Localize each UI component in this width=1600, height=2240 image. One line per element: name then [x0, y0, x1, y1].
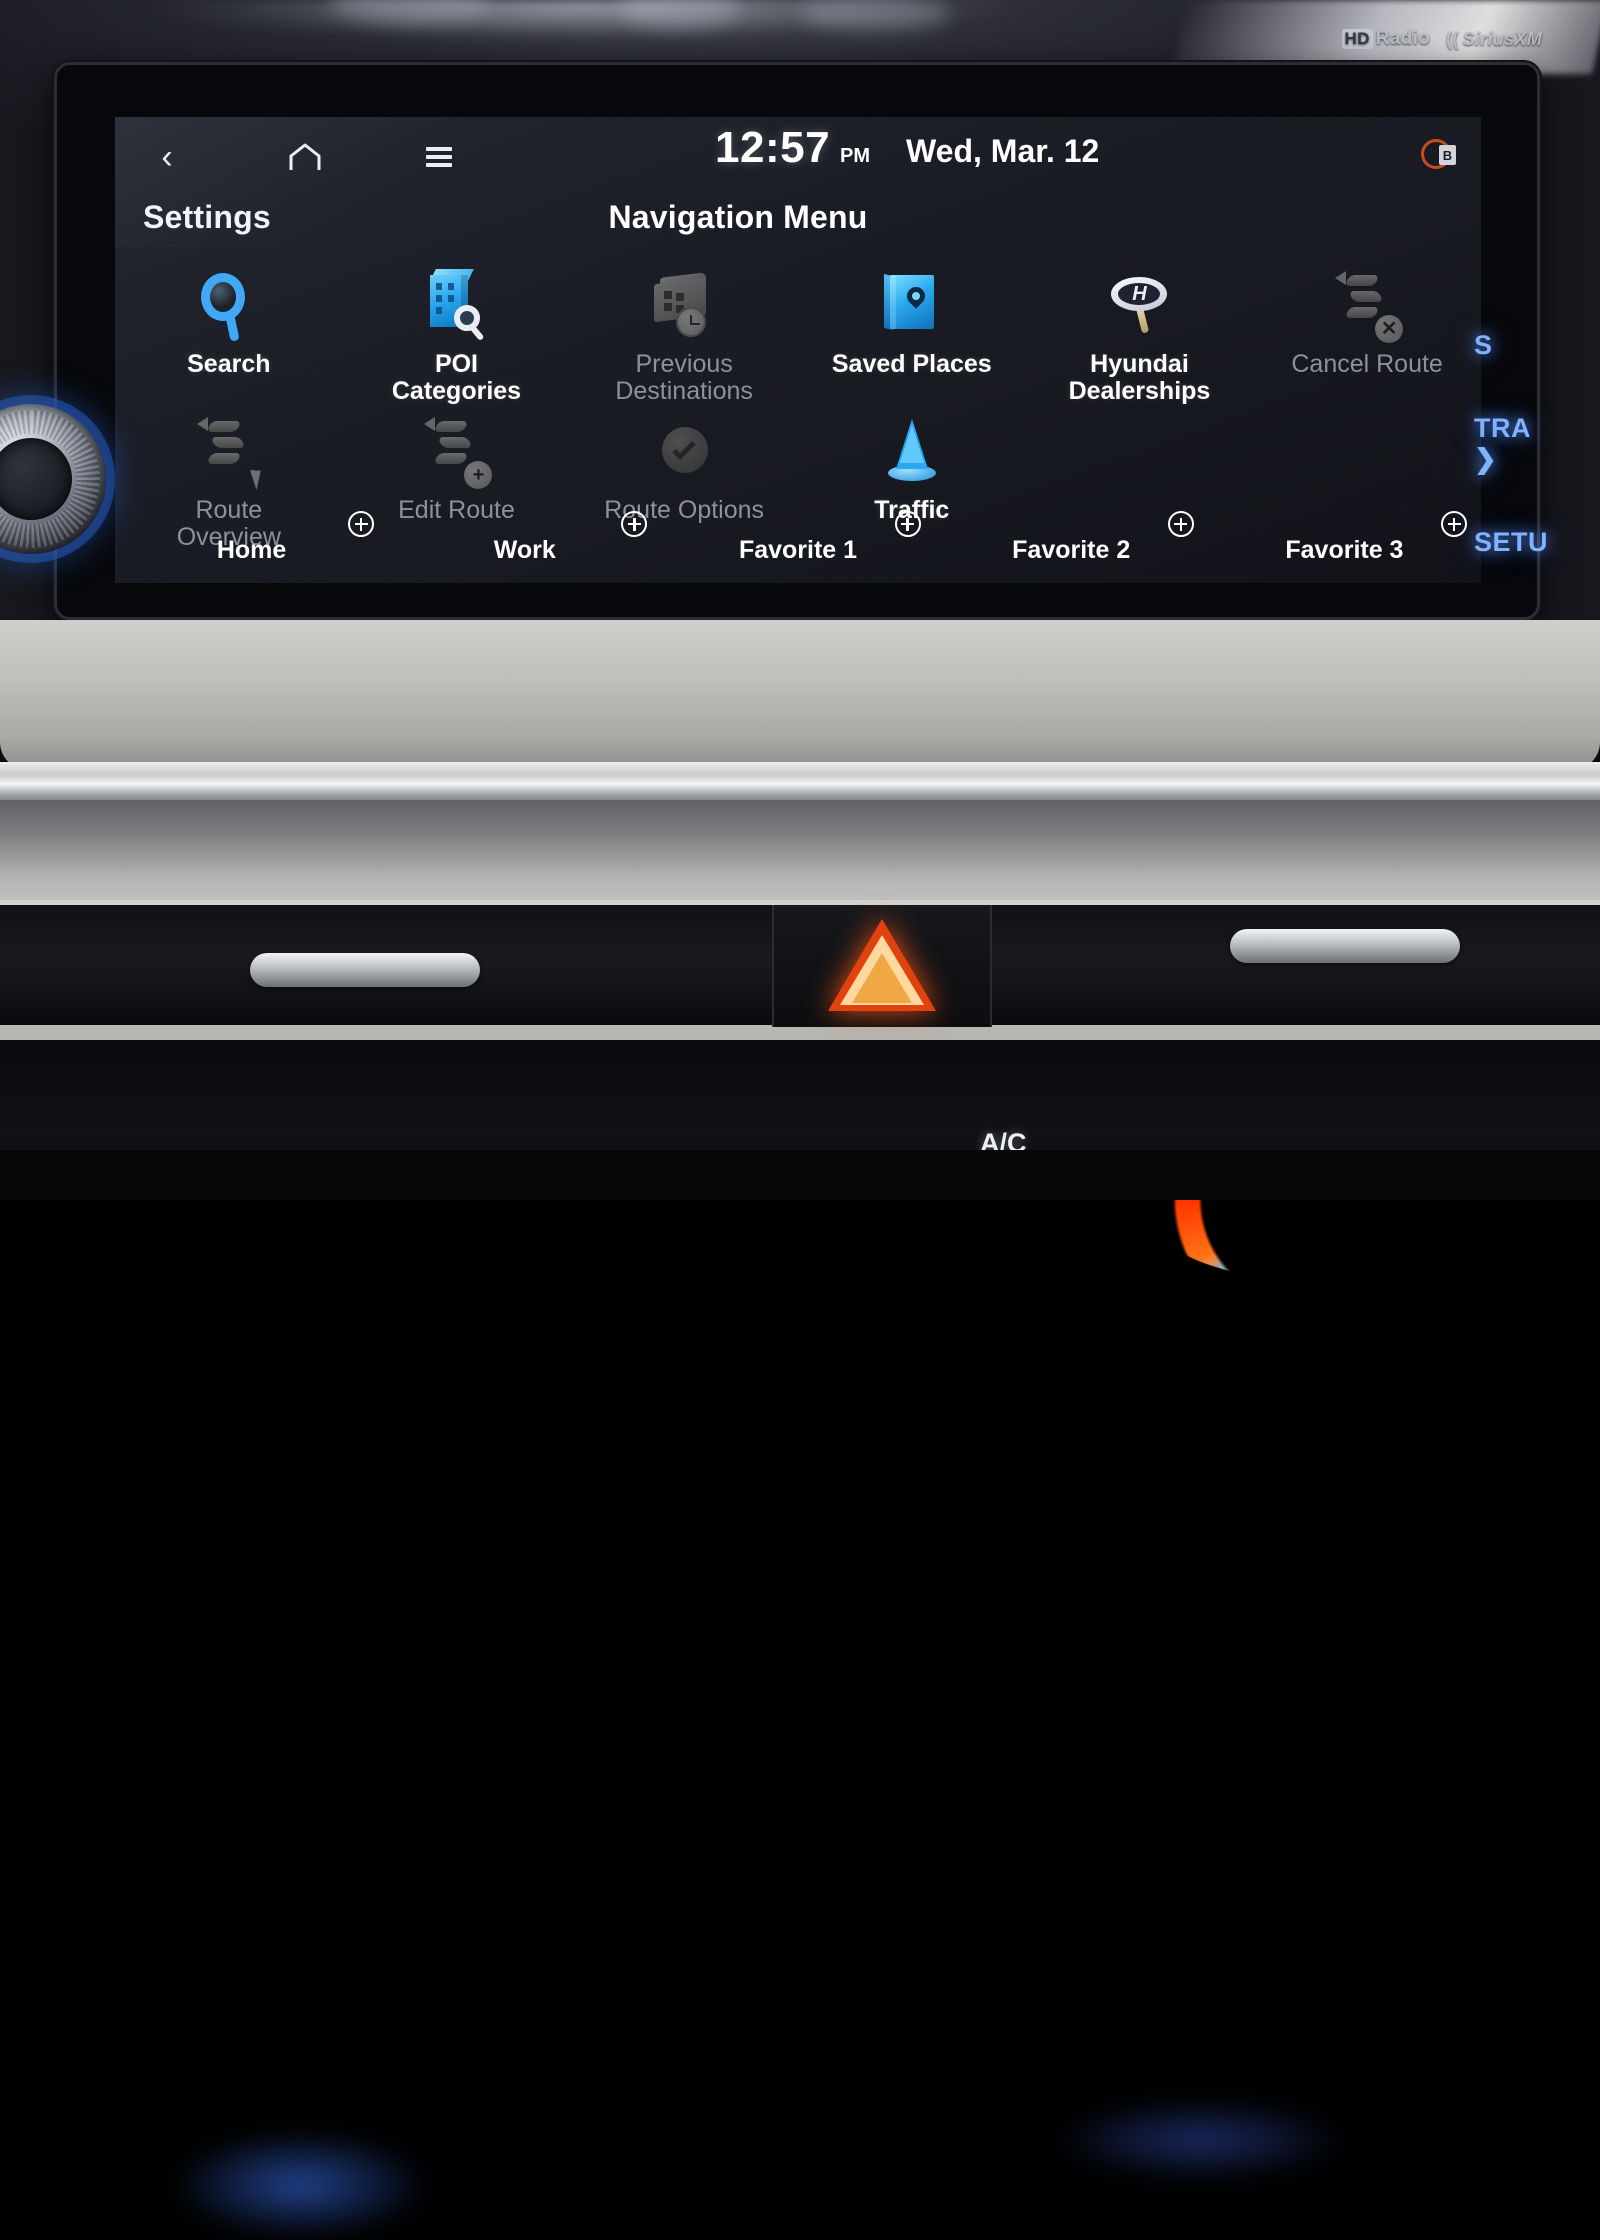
saved-places-icon	[872, 267, 952, 347]
shortcut-favorite-1[interactable]: Favorite 1	[661, 503, 934, 577]
plus-circle-icon[interactable]	[1168, 511, 1194, 537]
shortcut-work[interactable]: Work	[388, 503, 661, 577]
bluetooth-status-icon: B	[1421, 139, 1451, 169]
plus-circle-icon[interactable]	[348, 511, 374, 537]
hyundai-dealerships-icon: H	[1099, 267, 1179, 347]
shortcut-label: Favorite 3	[1285, 536, 1403, 565]
hd-radio-logo: HD Radio	[1342, 28, 1430, 50]
knob-ridges	[0, 410, 100, 548]
dash-trim-upper	[0, 620, 1600, 770]
menu-row-1: Search PO	[115, 259, 1481, 405]
edit-route-icon: +	[416, 413, 496, 493]
bluetooth-badge-letter: B	[1439, 145, 1456, 165]
menu-item-label: Saved Places	[832, 351, 992, 378]
hd-radio-mark: HD	[1342, 29, 1373, 49]
vent-slat[interactable]	[250, 953, 480, 987]
traffic-icon	[872, 413, 952, 493]
right-hard-buttons: S TRA❯ SETU	[1474, 330, 1594, 610]
plus-circle-icon[interactable]	[621, 511, 647, 537]
menu-item-label: HyundaiDealerships	[1069, 351, 1211, 405]
clock-display: 12:57 PM Wed, Mar. 12	[715, 123, 1195, 177]
status-indicator: B	[1421, 139, 1455, 173]
menu-item-hyundai-dealerships[interactable]: H HyundaiDealerships	[1026, 259, 1254, 405]
shortcut-favorite-3[interactable]: Favorite 3	[1208, 503, 1481, 577]
hard-button-setup[interactable]: SETU	[1474, 527, 1594, 558]
windshield-reflection	[60, 0, 1160, 70]
screen-content[interactable]: ‹ 12:57 PM Wed, Mar. 12 B	[115, 117, 1481, 583]
route-options-icon	[644, 413, 724, 493]
menu-item-label: Search	[187, 351, 270, 378]
hazard-lights-button[interactable]	[772, 905, 992, 1027]
shortcut-home[interactable]: Home	[115, 503, 388, 577]
chevron-left-icon[interactable]: ‹	[145, 135, 189, 179]
vent-slat[interactable]	[1230, 929, 1460, 963]
menu-item-label: PreviousDestinations	[615, 351, 753, 405]
shortcut-label: Favorite 2	[1012, 536, 1130, 565]
clock-date: Wed, Mar. 12	[906, 133, 1099, 170]
previous-destinations-icon	[644, 267, 724, 347]
hard-button-seek[interactable]: S	[1474, 330, 1594, 361]
cancel-badge-icon: ✕	[1375, 315, 1403, 343]
bezel-branding: HD Radio (( SiriusXM	[1342, 28, 1542, 50]
infotainment-display: ‹ 12:57 PM Wed, Mar. 12 B	[54, 62, 1540, 620]
hd-radio-word: Radio	[1376, 28, 1430, 50]
menu-item-label: Cancel Route	[1291, 351, 1442, 378]
plus-badge-icon: +	[464, 461, 492, 489]
search-icon	[189, 267, 269, 347]
clock-ampm: PM	[840, 145, 870, 168]
poi-categories-icon	[416, 267, 496, 347]
dashboard: HD Radio (( SiriusXM ‹ 12:57	[0, 0, 1600, 1200]
climate-backlight-left	[170, 2130, 430, 2240]
header-row: Settings Navigation Menu	[115, 195, 1481, 251]
menu-item-poi-categories[interactable]: POICategories	[343, 259, 571, 405]
siriusxm-wave-icon: ((	[1446, 29, 1459, 50]
lower-console-edge	[0, 1150, 1600, 1200]
shortcut-label: Home	[217, 536, 286, 565]
siriusxm-logo: (( SiriusXM	[1446, 29, 1542, 50]
shortcut-label: Work	[494, 536, 556, 565]
shortcut-label: Favorite 1	[739, 536, 857, 565]
shortcut-favorite-2[interactable]: Favorite 2	[935, 503, 1208, 577]
home-icon[interactable]	[283, 135, 327, 179]
plus-circle-icon[interactable]	[895, 511, 921, 537]
cancel-route-icon: ✕	[1327, 267, 1407, 347]
clock-time: 12:57	[715, 123, 830, 173]
menu-item-search[interactable]: Search	[115, 259, 343, 405]
climate-backlight-right	[1050, 2100, 1350, 2180]
dash-chrome-strip	[0, 762, 1600, 804]
hard-button-track[interactable]: TRA❯	[1474, 413, 1594, 475]
cursor-arrow-icon	[250, 467, 266, 490]
home-glyph	[288, 142, 322, 172]
menu-item-label: POICategories	[392, 351, 521, 405]
menu-item-saved-places[interactable]: Saved Places	[798, 259, 1026, 405]
siriusxm-word: SiriusXM	[1463, 29, 1542, 50]
hamburger-menu-icon[interactable]	[417, 135, 461, 179]
menu-item-cancel-route[interactable]: ✕ Cancel Route	[1253, 259, 1481, 405]
menu-item-previous-destinations[interactable]: PreviousDestinations	[570, 259, 798, 405]
status-bar: ‹ 12:57 PM Wed, Mar. 12 B	[115, 117, 1481, 195]
hazard-triangle-icon	[828, 919, 936, 1013]
plus-circle-icon[interactable]	[1441, 511, 1467, 537]
page-title: Navigation Menu	[115, 199, 1481, 236]
route-overview-icon	[189, 413, 269, 493]
temperature-arc-indicator[interactable]	[1140, 1120, 1470, 1280]
shortcut-bar: Home Work Favorite 1 Favorite 2 Favorite…	[115, 503, 1481, 577]
